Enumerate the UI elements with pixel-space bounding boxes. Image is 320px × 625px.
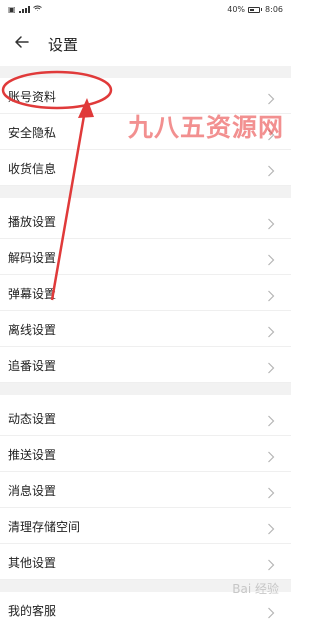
settings-item-danmaku[interactable]: 弹幕设置 xyxy=(0,275,291,311)
settings-item-label: 我的客服 xyxy=(8,604,57,618)
settings-item-other[interactable]: 其他设置 xyxy=(0,544,291,580)
settings-item-offline[interactable]: 离线设置 xyxy=(0,311,291,347)
settings-item-label: 播放设置 xyxy=(8,215,57,229)
battery-icon xyxy=(248,6,261,13)
wifi-icon xyxy=(32,5,42,14)
settings-item-label: 追番设置 xyxy=(8,359,57,373)
watermark-text: 九八五资源网 xyxy=(128,113,285,142)
page-title: 设置 xyxy=(48,36,79,54)
section-gap xyxy=(0,383,291,395)
settings-item-decoding[interactable]: 解码设置 xyxy=(0,239,291,275)
section-gap xyxy=(0,186,291,198)
settings-item-push[interactable]: 推送设置 xyxy=(0,436,291,472)
chevron-right-icon xyxy=(267,90,275,105)
chevron-right-icon xyxy=(267,412,275,427)
chevron-right-icon xyxy=(267,251,275,266)
signal-icon xyxy=(18,6,30,13)
chevron-right-icon xyxy=(267,484,275,499)
settings-item-label: 账号资料 xyxy=(8,90,57,104)
chevron-right-icon xyxy=(267,520,275,535)
settings-item-label: 收货信息 xyxy=(8,162,57,176)
settings-item-label: 安全隐私 xyxy=(8,126,57,140)
sim-icon: ▣ xyxy=(8,5,16,14)
status-left: ▣ xyxy=(8,5,42,14)
status-bar: ▣ 40% 8:06 xyxy=(0,0,291,20)
settings-item-following[interactable]: 追番设置 xyxy=(0,347,291,383)
chevron-right-icon xyxy=(267,448,275,463)
settings-item-label: 清理存储空间 xyxy=(8,520,81,534)
chevron-right-icon xyxy=(267,556,275,571)
header: 设置 xyxy=(0,20,291,66)
chevron-right-icon xyxy=(267,287,275,302)
settings-item-shipping[interactable]: 收货信息 xyxy=(0,150,291,186)
battery-percent: 40% xyxy=(227,5,246,14)
chevron-right-icon xyxy=(267,162,275,177)
settings-item-label: 推送设置 xyxy=(8,448,57,462)
status-right: 40% 8:06 xyxy=(227,5,283,14)
chevron-right-icon xyxy=(267,359,275,374)
baidu-watermark: Bai 经验 xyxy=(232,582,279,596)
settings-item-label: 消息设置 xyxy=(8,484,57,498)
settings-item-label: 动态设置 xyxy=(8,412,57,426)
settings-item-label: 弹幕设置 xyxy=(8,287,57,301)
settings-item-label: 解码设置 xyxy=(8,251,57,265)
settings-item-playback[interactable]: 播放设置 xyxy=(0,203,291,239)
back-arrow-icon[interactable] xyxy=(12,32,32,52)
settings-item-label: 其他设置 xyxy=(8,556,57,570)
settings-item-feed[interactable]: 动态设置 xyxy=(0,400,291,436)
chevron-right-icon xyxy=(267,323,275,338)
settings-item-label: 离线设置 xyxy=(8,323,57,337)
chevron-right-icon xyxy=(267,604,275,619)
section-gap xyxy=(0,66,291,78)
chevron-right-icon xyxy=(267,215,275,230)
settings-item-storage[interactable]: 清理存储空间 xyxy=(0,508,291,544)
settings-item-messages[interactable]: 消息设置 xyxy=(0,472,291,508)
clock: 8:06 xyxy=(265,5,283,14)
